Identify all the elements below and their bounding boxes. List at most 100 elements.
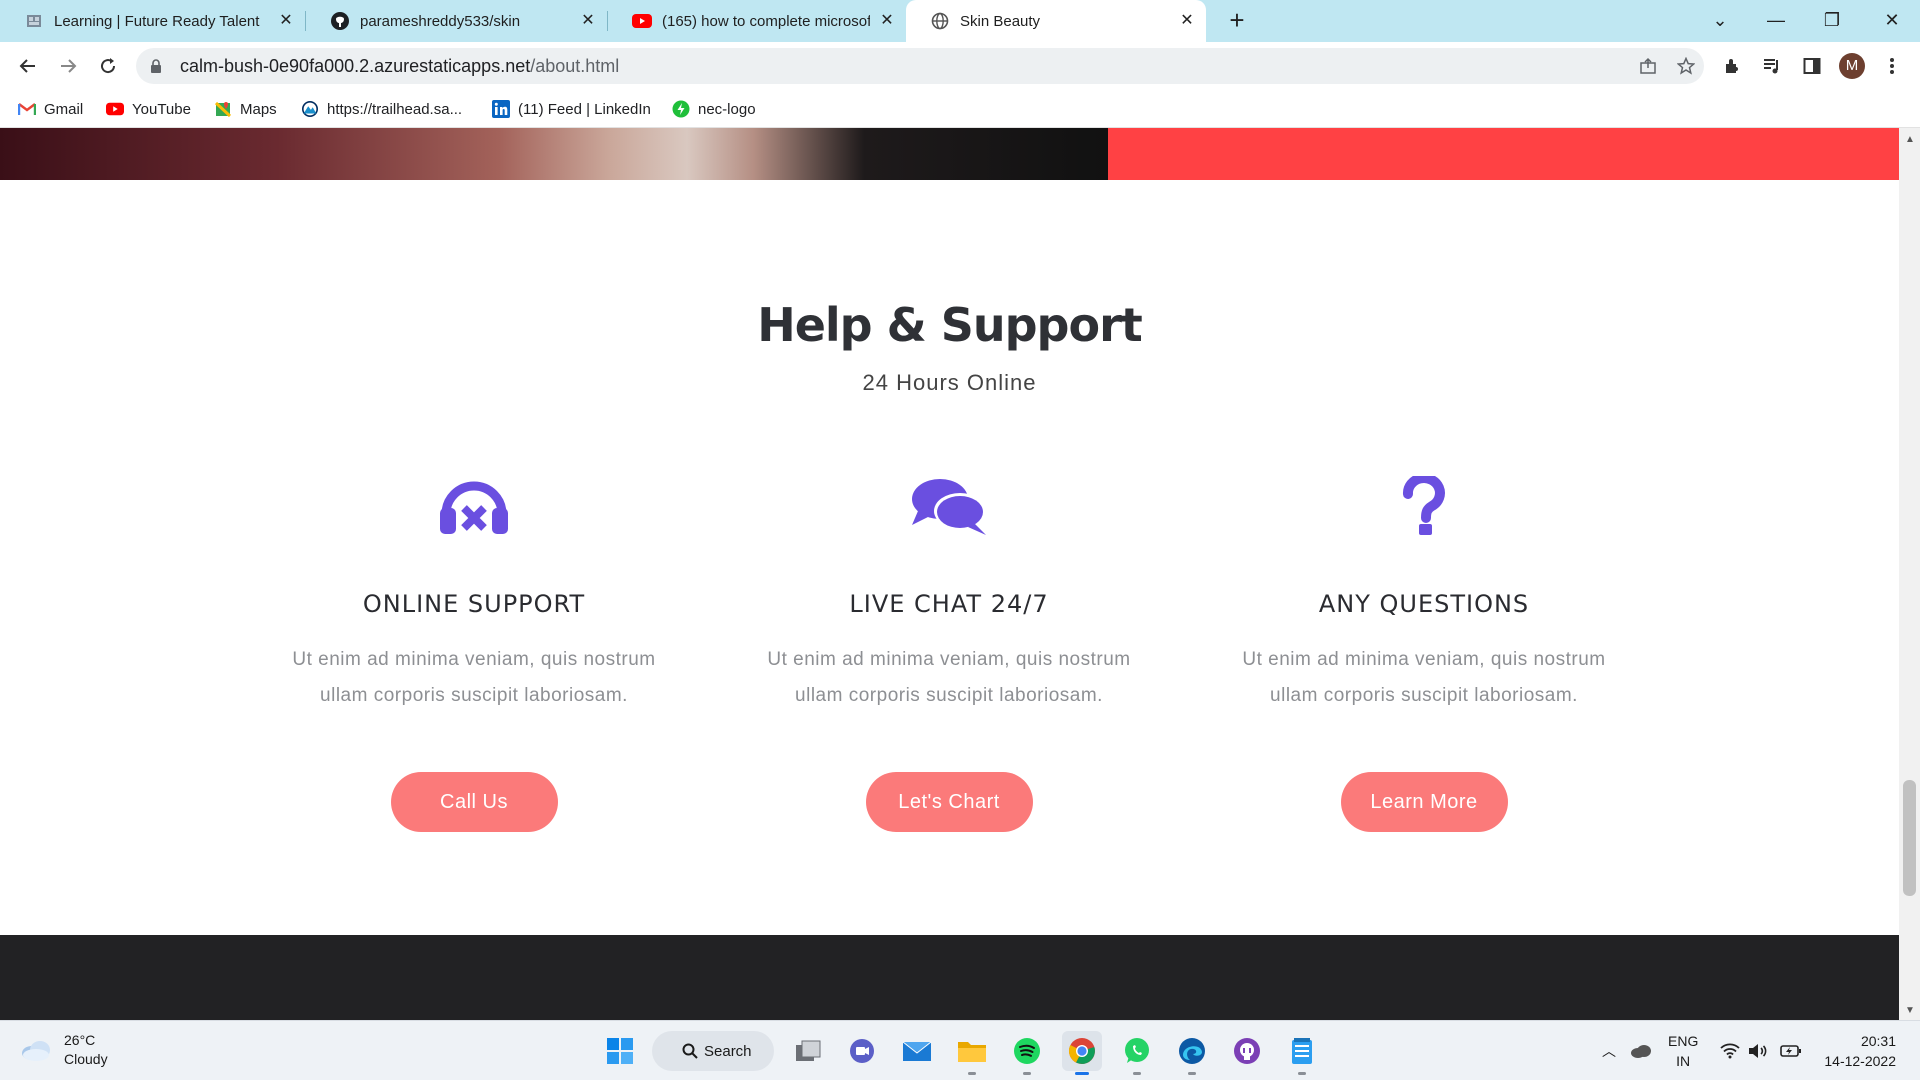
task-view-button[interactable]: [788, 1031, 828, 1071]
card-text: Ut enim ad minima veniam, quis nostrum u…: [1242, 649, 1606, 706]
tab-skin-beauty[interactable]: Skin Beauty ✕: [906, 0, 1206, 42]
chrome-button[interactable]: [1062, 1031, 1102, 1075]
clock-time: 20:31: [1860, 1033, 1896, 1049]
edge-button[interactable]: [1172, 1031, 1212, 1075]
extensions-icon[interactable]: [1716, 50, 1748, 82]
mail-button[interactable]: [897, 1031, 937, 1071]
lets-chat-button[interactable]: Let's Chart: [865, 772, 1033, 832]
page-scrollbar[interactable]: ▲ ▼: [1899, 128, 1920, 1020]
region-code: IN: [1676, 1053, 1691, 1069]
bookmark-nec-logo[interactable]: nec-logo: [672, 97, 756, 121]
tab-github[interactable]: parameshreddy533/skin ✕: [306, 0, 607, 42]
weather-temp: 26°C: [64, 1032, 96, 1048]
spotify-button[interactable]: [1007, 1031, 1047, 1075]
scroll-down-arrow-icon[interactable]: ▼: [1905, 1005, 1915, 1016]
section-title: Help & Support: [757, 298, 1143, 352]
headphones-icon: [254, 468, 694, 544]
hero-banner-bottom: [0, 128, 1899, 180]
bookmark-label: YouTube: [132, 100, 191, 118]
bookmark-trailhead[interactable]: https://trailhead.sa...: [301, 97, 462, 121]
whatsapp-button[interactable]: [1117, 1031, 1157, 1075]
support-card-live-chat: LIVE CHAT 24/7 Ut enim ad minima veniam,…: [729, 468, 1169, 832]
onedrive-icon[interactable]: [1630, 1021, 1652, 1080]
spotify-icon: [1014, 1038, 1040, 1064]
tab-learning[interactable]: Learning | Future Ready Talent ✕: [0, 0, 305, 42]
bookmark-linkedin[interactable]: (11) Feed | LinkedIn: [492, 97, 651, 121]
close-window-button[interactable]: ✕: [1864, 0, 1920, 42]
card-text: Ut enim ad minima veniam, quis nostrum u…: [292, 649, 656, 706]
file-explorer-button[interactable]: [952, 1031, 992, 1075]
system-clock[interactable]: 20:31 14-12-2022: [1818, 1031, 1896, 1071]
trailhead-icon: [301, 100, 319, 118]
share-icon[interactable]: [1634, 56, 1662, 76]
weather-widget[interactable]: 26°C Cloudy: [20, 1031, 108, 1069]
windows-taskbar: 26°C Cloudy Search ︿ ENG IN 20:31 14-12-…: [0, 1020, 1920, 1080]
wifi-icon[interactable]: [1720, 1021, 1740, 1080]
back-arrow-icon: [19, 59, 35, 73]
card-text: Ut enim ad minima veniam, quis nostrum u…: [767, 649, 1131, 706]
search-icon: [682, 1043, 698, 1059]
close-icon[interactable]: ✕: [579, 12, 597, 30]
close-icon[interactable]: ✕: [878, 12, 896, 30]
support-card-online: ONLINE SUPPORT Ut enim ad minima veniam,…: [254, 468, 694, 832]
running-indicator: [968, 1072, 976, 1075]
bookmark-youtube[interactable]: YouTube: [106, 97, 191, 121]
section-subtitle: 24 Hours Online: [862, 370, 1037, 395]
running-indicator: [1075, 1072, 1089, 1075]
new-tab-button[interactable]: +: [1222, 6, 1252, 36]
mail-icon: [902, 1041, 932, 1061]
learn-more-button[interactable]: Learn More: [1340, 772, 1508, 832]
call-us-button[interactable]: Call Us: [390, 772, 558, 832]
tab-title: Learning | Future Ready Talent: [54, 12, 260, 30]
forward-button[interactable]: [52, 50, 84, 82]
profile-avatar[interactable]: M: [1839, 53, 1865, 79]
close-icon[interactable]: ✕: [1178, 12, 1196, 30]
address-bar[interactable]: calm-bush-0e90fa000.2.azurestaticapps.ne…: [136, 48, 1704, 84]
bookmark-label: Maps: [240, 100, 277, 118]
edge-icon: [1179, 1038, 1205, 1064]
tab-strip: Learning | Future Ready Talent ✕ parames…: [0, 0, 1920, 42]
teams-chat-button[interactable]: [842, 1031, 882, 1071]
weather-desc: Cloudy: [64, 1051, 108, 1067]
chrome-icon: [1068, 1038, 1095, 1064]
clock-date: 14-12-2022: [1824, 1053, 1896, 1069]
youtube-icon: [106, 100, 124, 118]
running-indicator: [1023, 1072, 1031, 1075]
volume-icon[interactable]: [1748, 1021, 1768, 1080]
chat-bubbles-icon: [729, 468, 1169, 544]
card-title: ANY QUESTIONS: [1318, 590, 1530, 618]
bookmark-maps[interactable]: Maps: [214, 97, 277, 121]
battery-icon[interactable]: [1780, 1021, 1802, 1080]
tab-title: parameshreddy533/skin: [360, 12, 521, 30]
bookmark-star-icon[interactable]: [1672, 56, 1700, 76]
windows-logo-icon: [607, 1038, 633, 1064]
minimize-button[interactable]: —: [1748, 0, 1804, 42]
tab-youtube[interactable]: (165) how to complete microsoft ✕: [608, 0, 906, 42]
reload-button[interactable]: [92, 50, 124, 82]
media-control-icon[interactable]: [1756, 50, 1788, 82]
tab-title: Skin Beauty: [960, 12, 1041, 30]
scrollbar-thumb[interactable]: [1903, 780, 1916, 896]
github-desktop-button[interactable]: [1227, 1031, 1267, 1071]
close-icon[interactable]: ✕: [277, 12, 295, 30]
side-panel-icon[interactable]: [1796, 50, 1828, 82]
back-button[interactable]: [12, 50, 44, 82]
teams-chat-icon: [850, 1039, 874, 1063]
language-indicator[interactable]: ENG IN: [1668, 1031, 1698, 1071]
menu-kebab-icon[interactable]: [1876, 50, 1908, 82]
tab-title: (165) how to complete microsoft: [662, 12, 870, 30]
start-button[interactable]: [600, 1031, 640, 1071]
notepad-icon: [1292, 1038, 1312, 1064]
restore-button[interactable]: ❐: [1804, 0, 1860, 42]
card-title: LIVE CHAT 24/7: [849, 590, 1049, 618]
youtube-icon: [632, 11, 652, 31]
page-viewport: Help & Support 24 Hours Online ONLINE SU…: [0, 128, 1899, 1020]
tray-overflow-icon[interactable]: ︿: [1602, 1021, 1616, 1080]
tab-search-icon[interactable]: ⌄: [1692, 0, 1748, 42]
taskbar-search[interactable]: Search: [652, 1031, 774, 1071]
maps-icon: [214, 100, 232, 118]
cloud-icon: [22, 1041, 50, 1061]
notepad-button[interactable]: [1282, 1031, 1322, 1075]
bookmark-gmail[interactable]: Gmail: [18, 97, 83, 121]
scroll-up-arrow-icon[interactable]: ▲: [1905, 134, 1915, 145]
